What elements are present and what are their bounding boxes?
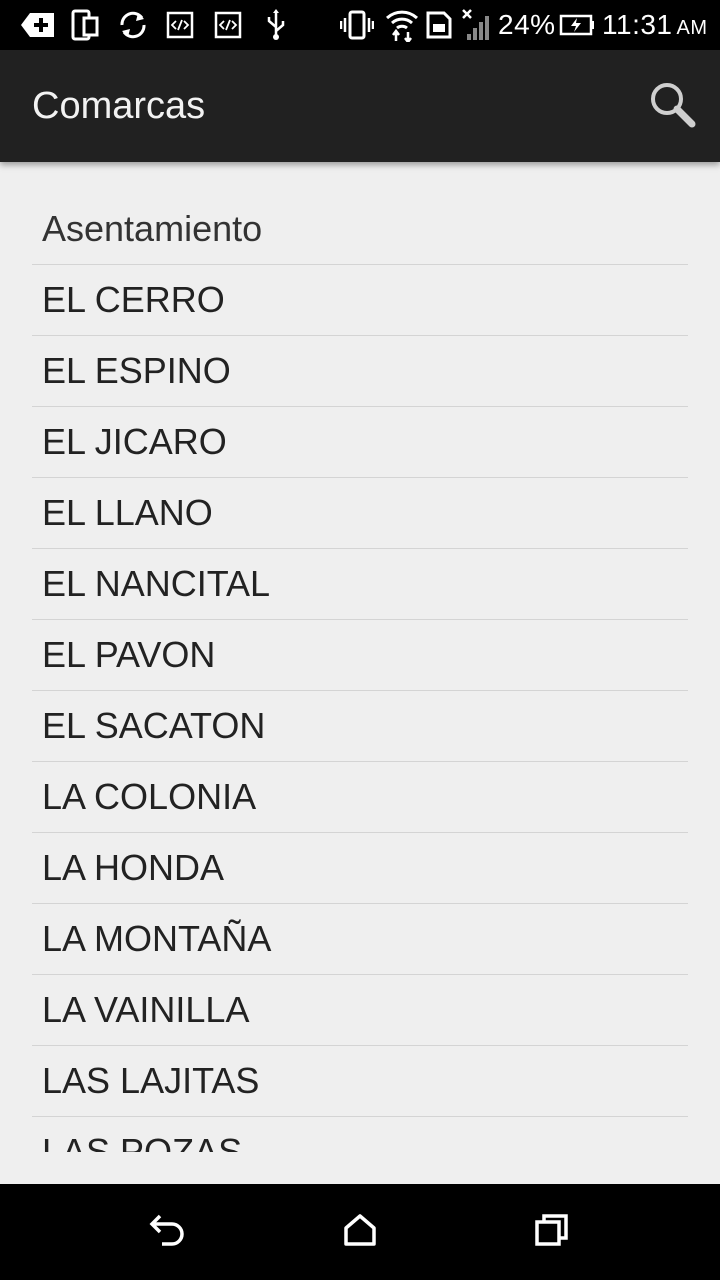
list-item-label: LAS POZAS [42,1131,243,1152]
list-item-label: EL NANCITAL [42,563,271,604]
code-icon [212,0,244,50]
clock: 11:31 AM [602,0,708,50]
list-item[interactable]: LA COLONIA [32,762,688,833]
navigation-bar [0,1184,720,1280]
list-item-label: LA HONDA [42,847,225,888]
list-item-label: LAS LAJITAS [42,1060,260,1101]
list-item-label: EL PAVON [42,634,216,675]
list-item[interactable]: LA HONDA [32,833,688,904]
settlement-list: Asentamiento EL CERRO EL ESPINO EL JICAR… [32,194,688,1152]
list-item-label: EL LLANO [42,492,213,533]
list-item[interactable]: EL LLANO [32,478,688,549]
list-item[interactable]: LA VAINILLA [32,975,688,1046]
clock-time: 11:31 [602,9,673,40]
app-title: Comarcas [32,85,206,127]
svg-text:!: ! [449,27,452,40]
sync-icon [114,0,152,50]
usb-icon [262,0,290,50]
list-header: Asentamiento [32,194,688,265]
back-button[interactable] [144,1208,192,1256]
clock-ampm: AM [676,17,708,39]
device-sync-icon [68,0,102,50]
list-header-label: Asentamiento [42,208,263,249]
list-item-label: EL SACATON [42,705,266,746]
signal-icon [460,0,494,50]
back-icon [148,1212,188,1253]
screen: ! 24% 11:31 AM Comarcas Asentamiento EL C… [0,0,720,1280]
battery-charging-icon [558,0,596,50]
list-item[interactable]: EL SACATON [32,691,688,762]
status-bar: ! 24% 11:31 AM [0,0,720,50]
search-icon [648,80,696,133]
list-item[interactable]: EL ESPINO [32,336,688,407]
code-icon [164,0,196,50]
list-item[interactable]: EL PAVON [32,620,688,691]
home-button[interactable] [336,1208,384,1256]
home-icon [342,1212,378,1253]
vibrate-icon [338,0,376,50]
list-item[interactable]: LAS POZAS [32,1117,688,1152]
list-item-label: EL ESPINO [42,350,231,391]
list-item[interactable]: EL CERRO [32,265,688,336]
list-item-label: EL JICARO [42,421,227,462]
wifi-icon [384,0,420,50]
list-item[interactable]: EL NANCITAL [32,549,688,620]
list-item-label: LA MONTAÑA [42,918,272,959]
action-bar: Comarcas [0,50,720,162]
sim-card-icon: ! [424,0,456,50]
list-item-label: EL CERRO [42,279,225,320]
add-notification-icon [18,0,58,50]
battery-percent: 24% [498,9,556,40]
list-item[interactable]: EL JICARO [32,407,688,478]
list-item[interactable]: LAS LAJITAS [32,1046,688,1117]
settlement-list-container[interactable]: Asentamiento EL CERRO EL ESPINO EL JICAR… [0,162,720,1152]
search-button[interactable] [644,78,700,134]
list-item[interactable]: LA MONTAÑA [32,904,688,975]
recents-button[interactable] [528,1208,576,1256]
list-item-label: LA COLONIA [42,776,257,817]
recents-icon [534,1212,570,1253]
list-item-label: LA VAINILLA [42,989,250,1030]
